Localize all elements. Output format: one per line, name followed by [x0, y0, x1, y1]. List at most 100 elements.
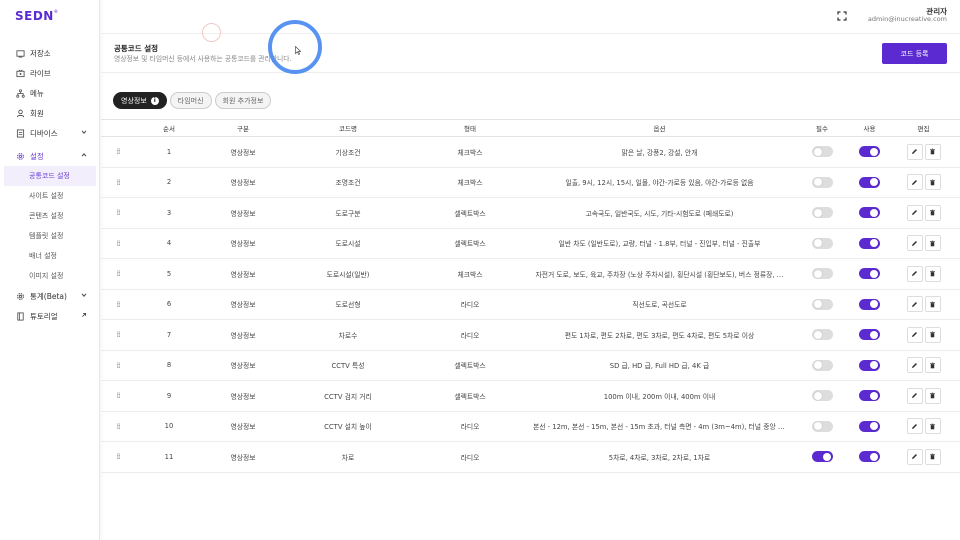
drag-handle-icon[interactable]: ⁞⁞ — [101, 380, 135, 412]
required-toggle[interactable] — [811, 146, 833, 158]
delete-button[interactable] — [924, 418, 941, 435]
cell-code-name: 조명조건 — [283, 167, 413, 198]
drag-handle-icon[interactable]: ⁞⁞ — [101, 167, 135, 198]
app-logo[interactable]: SEDN® — [15, 9, 58, 23]
delete-button[interactable] — [924, 387, 941, 404]
use-toggle[interactable] — [859, 298, 880, 310]
cell-used — [852, 197, 887, 229]
required-toggle[interactable] — [811, 237, 833, 249]
required-toggle[interactable] — [811, 207, 833, 219]
delete-button[interactable] — [924, 204, 941, 221]
drag-handle-icon[interactable]: ⁞⁞ — [101, 411, 135, 442]
pencil-icon — [911, 331, 918, 338]
sidebar: SEDN® 저장소 라이브 메뉴 회원 디바이스 설정 공통코드 설정 사이트 … — [0, 0, 100, 540]
drag-handle-icon[interactable]: ⁞⁞ — [101, 350, 135, 381]
cell-type: 셀렉트박스 — [413, 228, 527, 259]
table-row: ⁞⁞ 1 영상정보 기상조건 체크박스 맑은 날, 강풍2, 강설, 안개 — [101, 136, 960, 168]
sidebar-item-settings[interactable]: 설정 — [0, 146, 100, 166]
tab-member-extra[interactable]: 회원 추가정보 — [214, 92, 272, 109]
use-toggle[interactable] — [859, 359, 880, 371]
cell-options: SD 급, HD 급, Full HD 급, 4K 급 — [527, 350, 792, 381]
sidebar-item-storage[interactable]: 저장소 — [0, 43, 100, 63]
drag-handle-icon[interactable]: ⁞⁞ — [101, 228, 135, 259]
required-toggle[interactable] — [811, 359, 833, 371]
use-toggle[interactable] — [859, 146, 880, 158]
column-header: 형태 — [413, 119, 527, 137]
cell-category: 영상정보 — [203, 197, 283, 229]
sidebar-item-members[interactable]: 회원 — [0, 103, 100, 123]
trash-icon — [929, 423, 936, 430]
drag-handle-icon[interactable]: ⁞⁞ — [101, 136, 135, 168]
drag-handle-icon[interactable]: ⁞⁞ — [101, 289, 135, 320]
sidebar-item-tutorial[interactable]: 튜토리얼 — [0, 306, 100, 326]
use-toggle[interactable] — [859, 176, 880, 188]
delete-button[interactable] — [924, 448, 941, 465]
cell-category: 영상정보 — [203, 289, 283, 320]
table-row: ⁞⁞ 3 영상정보 도로구분 셀렉트박스 고속국도, 일반국도, 시도, 기타-시험도로 … — [101, 197, 960, 229]
drag-handle-icon[interactable]: ⁞⁞ — [101, 258, 135, 290]
delete-button[interactable] — [924, 143, 941, 160]
required-toggle[interactable] — [811, 420, 833, 432]
cell-used — [852, 258, 887, 290]
edit-button[interactable] — [906, 296, 923, 313]
sidebar-subitem-site[interactable]: 사이트 설정 — [0, 186, 100, 206]
edit-button[interactable] — [906, 448, 923, 465]
use-toggle[interactable] — [859, 268, 880, 280]
delete-button[interactable] — [924, 296, 941, 313]
drag-handle-icon[interactable]: ⁞⁞ — [101, 441, 135, 473]
trash-icon — [929, 209, 936, 216]
sidebar-item-stats[interactable]: 통계(Beta) — [0, 286, 100, 306]
cell-code-name: CCTV 검지 거리 — [283, 380, 413, 412]
edit-button[interactable] — [906, 357, 923, 374]
column-header-drag — [101, 119, 135, 137]
sidebar-subitem-common-code[interactable]: 공통코드 설정 — [4, 166, 96, 186]
drag-handle-icon[interactable]: ⁞⁞ — [101, 319, 135, 351]
edit-button[interactable] — [906, 387, 923, 404]
edit-button[interactable] — [906, 418, 923, 435]
use-toggle[interactable] — [859, 390, 880, 402]
fullscreen-icon[interactable] — [837, 11, 847, 21]
sidebar-subitem-template[interactable]: 템플릿 설정 — [0, 226, 100, 246]
add-code-button[interactable]: 코드 등록 — [882, 43, 947, 64]
required-toggle[interactable] — [811, 298, 833, 310]
sidebar-item-label: 설정 — [30, 151, 44, 161]
cell-required — [792, 136, 852, 168]
edit-button[interactable] — [906, 174, 923, 191]
cell-used — [852, 228, 887, 259]
sidebar-item-menu[interactable]: 메뉴 — [0, 83, 100, 103]
delete-button[interactable] — [924, 357, 941, 374]
sidebar-item-live[interactable]: 라이브 — [0, 63, 100, 83]
edit-button[interactable] — [906, 204, 923, 221]
required-toggle[interactable] — [811, 176, 833, 188]
sidebar-subitem-banner[interactable]: 배너 설정 — [0, 246, 100, 266]
edit-button[interactable] — [906, 326, 923, 343]
required-toggle[interactable] — [811, 329, 833, 341]
edit-button[interactable] — [906, 235, 923, 252]
delete-button[interactable] — [924, 235, 941, 252]
use-toggle[interactable] — [859, 420, 880, 432]
required-toggle[interactable] — [811, 390, 833, 402]
delete-button[interactable] — [924, 174, 941, 191]
tab-time-machine[interactable]: 타임머신 — [169, 92, 212, 109]
use-toggle[interactable] — [859, 237, 880, 249]
sidebar-subitem-content[interactable]: 콘텐츠 설정 — [0, 206, 100, 226]
required-toggle[interactable] — [811, 268, 833, 280]
pencil-icon — [911, 240, 918, 247]
edit-button[interactable] — [906, 143, 923, 160]
tab-video-info[interactable]: 영상정보 i — [113, 92, 167, 109]
cell-used — [852, 350, 887, 381]
use-toggle[interactable] — [859, 451, 880, 463]
delete-button[interactable] — [924, 265, 941, 282]
cell-code-name: 도로시설(일반) — [283, 258, 413, 290]
sidebar-item-devices[interactable]: 디바이스 — [0, 123, 100, 143]
required-toggle[interactable] — [811, 451, 833, 463]
drag-handle-icon[interactable]: ⁞⁞ — [101, 197, 135, 229]
use-toggle[interactable] — [859, 207, 880, 219]
cell-edit — [887, 258, 960, 290]
delete-button[interactable] — [924, 326, 941, 343]
cell-edit — [887, 380, 960, 412]
use-toggle[interactable] — [859, 329, 880, 341]
sidebar-subitem-image[interactable]: 이미지 설정 — [0, 266, 100, 286]
cell-type: 체크박스 — [413, 167, 527, 198]
edit-button[interactable] — [906, 265, 923, 282]
